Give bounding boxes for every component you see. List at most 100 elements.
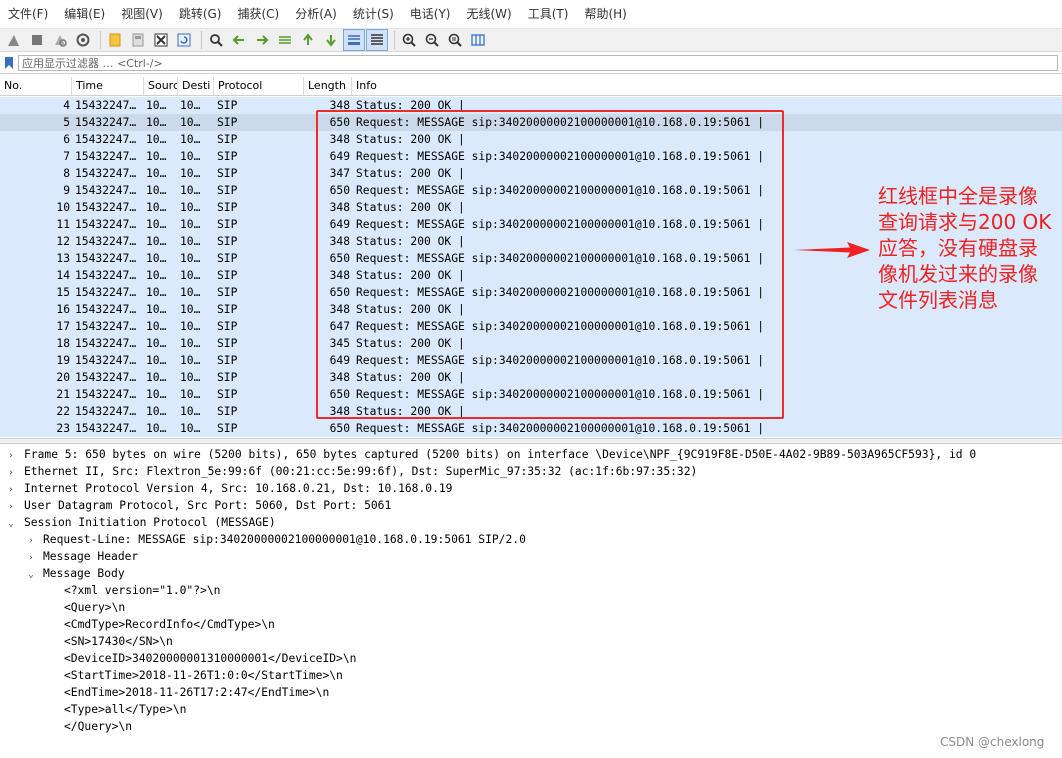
detail-tree-item[interactable]: <StartTime>2018-11-26T1:0:0</StartTime>\… [64, 667, 343, 684]
menu-item[interactable]: 视图(V) [113, 0, 171, 28]
packet-row[interactable]: 5 15432247… 10… 10… SIP 650 Request: MESSAGE s… [0, 114, 1062, 131]
resize-columns-icon[interactable] [468, 30, 488, 50]
detail-tree-item[interactable]: Request-Line: MESSAGE sip:34020000002100… [43, 531, 526, 548]
detail-tree-item[interactable]: <Type>all</Type>\n [64, 701, 186, 718]
zoom-in-icon[interactable] [399, 30, 419, 50]
expand-arrow-icon[interactable]: › [6, 499, 16, 516]
column-header-time[interactable]: Time [72, 77, 144, 95]
open-file-icon[interactable] [105, 30, 125, 50]
column-header-length[interactable]: Length [304, 77, 352, 95]
menu-item[interactable]: 跳转(G) [171, 0, 230, 28]
detail-tree-item[interactable]: Session Initiation Protocol (MESSAGE) [24, 514, 276, 531]
restart-capture-icon[interactable] [50, 30, 70, 50]
detail-tree-item[interactable]: <?xml version="1.0"?>\n [64, 582, 220, 599]
detail-tree-item[interactable]: User Datagram Protocol, Src Port: 5060, … [24, 497, 391, 514]
detail-tree-item[interactable]: </Query>\n [64, 718, 132, 735]
expand-arrow-icon[interactable]: › [26, 533, 36, 550]
normal-size-icon[interactable] [445, 30, 465, 50]
menu-item[interactable]: 工具(T) [520, 0, 577, 28]
packet-cell-src: 10… [146, 235, 167, 248]
packet-cell-info: Request: MESSAGE sip:3402000000210000000… [356, 116, 765, 129]
menu-item[interactable]: 分析(A) [287, 0, 345, 28]
detail-tree-item[interactable]: Ethernet II, Src: Flextron_5e:99:6f (00:… [24, 463, 697, 480]
packet-cell-len: 649 [329, 354, 350, 367]
reload-file-icon[interactable] [174, 30, 194, 50]
packet-row[interactable]: 4 15432247… 10… 10… SIP 348 Status: 200 OK | [0, 97, 1062, 114]
colorize-icon[interactable] [366, 29, 388, 51]
packet-cell-dst: 10… [180, 235, 201, 248]
menu-item[interactable]: 编辑(E) [56, 0, 113, 28]
packet-cell-dst: 10… [180, 388, 201, 401]
detail-tree-item[interactable]: <DeviceID>34020000001310000001</DeviceID… [64, 650, 356, 667]
menu-item[interactable]: 无线(W) [459, 0, 520, 28]
packet-cell-info: Request: MESSAGE sip:3402000000210000000… [356, 354, 765, 367]
menu-item[interactable]: 帮助(H) [576, 0, 634, 28]
packet-cell-time: 15432247… [75, 99, 137, 112]
packet-row[interactable]: 17 15432247… 10… 10… SIP 647 Request: MESSAGE … [0, 318, 1062, 335]
display-filter-input[interactable]: 应用显示过滤器 … <Ctrl-/> [18, 55, 1058, 71]
packet-cell-info: Request: MESSAGE sip:3402000000210000000… [356, 388, 765, 401]
main-toolbar [0, 28, 1062, 52]
detail-tree-item[interactable]: Internet Protocol Version 4, Src: 10.168… [24, 480, 452, 497]
column-header-info[interactable]: Info [352, 77, 1062, 95]
menu-item[interactable]: 电话(Y) [402, 0, 459, 28]
save-file-icon[interactable] [128, 30, 148, 50]
go-forward-icon[interactable] [252, 30, 272, 50]
packet-cell-len: 650 [329, 252, 350, 265]
packet-cell-no: 6 [63, 133, 70, 146]
packet-cell-len: 650 [329, 286, 350, 299]
menu-item[interactable]: 捕获(C) [229, 0, 287, 28]
packet-cell-time: 15432247… [75, 337, 137, 350]
expand-arrow-icon[interactable]: › [6, 448, 16, 465]
packet-cell-src: 10… [146, 405, 167, 418]
column-header-protocol[interactable]: Protocol [214, 77, 304, 95]
packet-cell-len: 345 [329, 337, 350, 350]
go-to-packet-icon[interactable] [275, 30, 295, 50]
detail-tree-item[interactable]: Message Body [43, 565, 125, 582]
packet-cell-src: 10… [146, 167, 167, 180]
column-header-no[interactable]: No. [0, 77, 72, 95]
packet-cell-src: 10… [146, 303, 167, 316]
expand-arrow-icon[interactable]: › [6, 482, 16, 499]
expand-arrow-icon[interactable]: › [6, 465, 16, 482]
column-header-source[interactable]: Sourc [144, 77, 178, 95]
go-last-icon[interactable] [321, 30, 341, 50]
detail-tree-item[interactable]: <SN>17430</SN>\n [64, 633, 173, 650]
packet-row[interactable]: 20 15432247… 10… 10… SIP 348 Status: 200 OK | [0, 369, 1062, 386]
menu-item[interactable]: 统计(S) [345, 0, 402, 28]
stop-capture-icon[interactable] [27, 30, 47, 50]
packet-row[interactable]: 18 15432247… 10… 10… SIP 345 Status: 200 OK | [0, 335, 1062, 352]
column-header-destination[interactable]: Desti [178, 77, 214, 95]
zoom-out-icon[interactable] [422, 30, 442, 50]
packet-row[interactable]: 6 15432247… 10… 10… SIP 348 Status: 200 OK | [0, 131, 1062, 148]
packet-row[interactable]: 19 15432247… 10… 10… SIP 649 Request: MESSAGE … [0, 352, 1062, 369]
bookmark-icon[interactable] [4, 56, 14, 70]
collapse-arrow-icon[interactable]: ⌄ [6, 516, 16, 533]
collapse-arrow-icon[interactable]: ⌄ [26, 567, 36, 584]
go-back-icon[interactable] [229, 30, 249, 50]
packet-cell-time: 15432247… [75, 201, 137, 214]
detail-tree-item[interactable]: <Query>\n [64, 599, 125, 616]
shark-fin-start-icon[interactable] [4, 30, 24, 50]
expand-arrow-icon[interactable]: › [26, 550, 36, 567]
packet-cell-proto: SIP [217, 354, 238, 367]
detail-tree-item[interactable]: <CmdType>RecordInfo</CmdType>\n [64, 616, 275, 633]
menu-item[interactable]: 文件(F) [0, 0, 56, 28]
toolbar-separator [201, 31, 202, 49]
detail-tree-item[interactable]: <EndTime>2018-11-26T17:2:47</EndTime>\n [64, 684, 329, 701]
close-file-icon[interactable] [151, 30, 171, 50]
packet-row[interactable]: 23 15432247… 10… 10… SIP 650 Request: MESSAGE … [0, 420, 1062, 437]
capture-options-icon[interactable] [73, 30, 93, 50]
packet-cell-no: 9 [63, 184, 70, 197]
packet-row[interactable]: 21 15432247… 10… 10… SIP 650 Request: MESSAGE … [0, 386, 1062, 403]
packet-row[interactable]: 22 15432247… 10… 10… SIP 348 Status: 200 OK | [0, 403, 1062, 420]
packet-row[interactable]: 8 15432247… 10… 10… SIP 347 Status: 200 OK | [0, 165, 1062, 182]
packet-cell-dst: 10… [180, 252, 201, 265]
pane-splitter[interactable] [0, 438, 1062, 444]
auto-scroll-icon[interactable] [343, 29, 365, 51]
detail-tree-item[interactable]: Message Header [43, 548, 138, 565]
go-first-icon[interactable] [298, 30, 318, 50]
detail-tree-item[interactable]: Frame 5: 650 bytes on wire (5200 bits), … [24, 446, 976, 463]
packet-row[interactable]: 7 15432247… 10… 10… SIP 649 Request: MESSAGE s… [0, 148, 1062, 165]
find-packet-icon[interactable] [206, 30, 226, 50]
